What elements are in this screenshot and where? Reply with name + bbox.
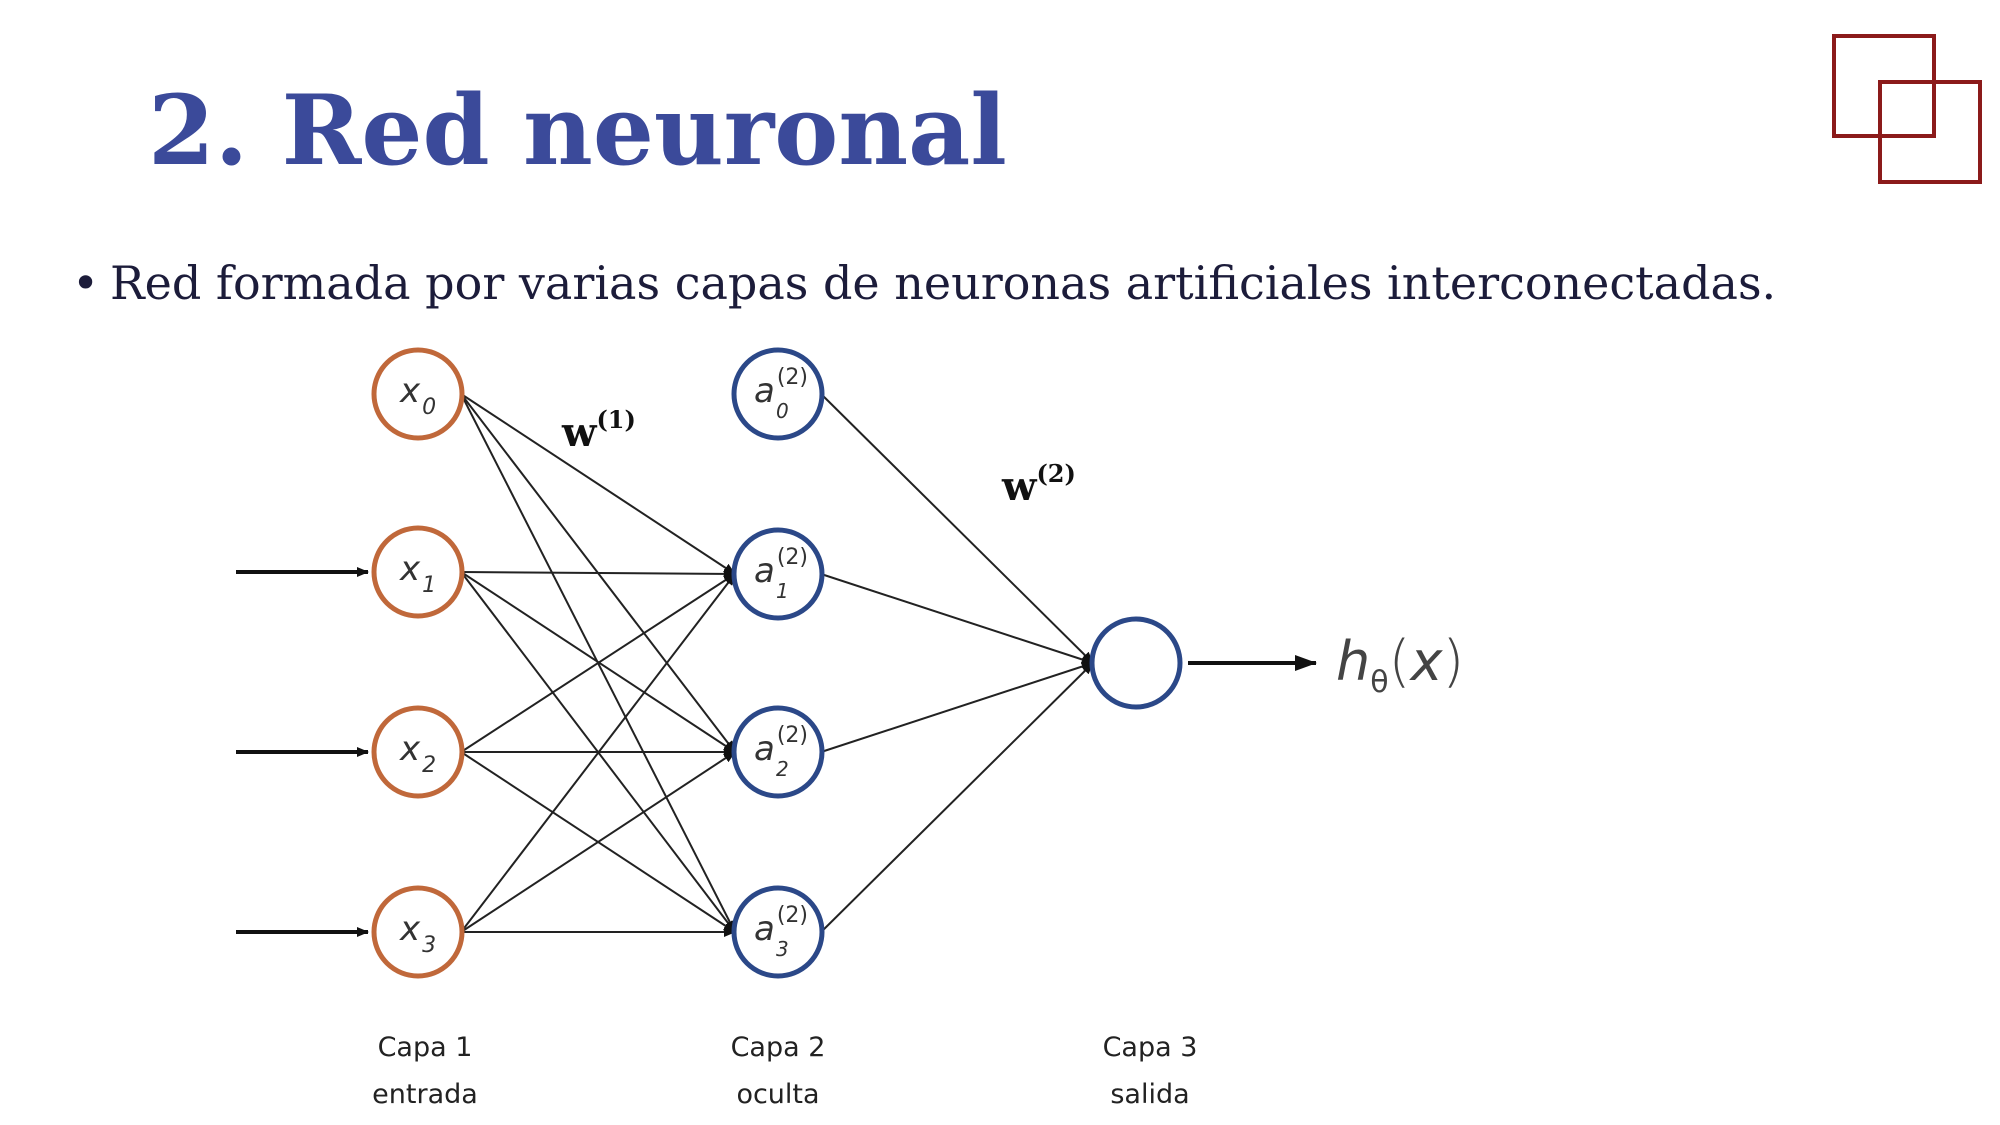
weight-label-2: w(2) [1001,459,1076,510]
node-circle [731,347,825,441]
node-layer3-0 [1089,616,1183,710]
node-layer1-2: x2 [371,705,465,799]
layer-label-2: Capa 2 oculta [658,1024,898,1119]
layer-name: Capa 2 [730,1032,826,1063]
node-layer2-0: a(2) 0 [731,347,825,441]
layer-role: oculta [736,1079,820,1111]
edge-l2-0-0 [820,393,1094,664]
node-circle [731,885,825,979]
node-layer1-3: x3 [371,885,465,979]
node-layer1-0: x0 [371,347,465,441]
layer-role: entrada [372,1079,478,1111]
node-circle [1089,616,1183,710]
layer-role: salida [1110,1079,1190,1111]
node-layer2-3: a(2) 3 [731,885,825,979]
layer-name: Capa 3 [1102,1032,1198,1063]
output-label: hθ(x) [1336,629,1464,700]
edge-l2-2-0 [820,661,1094,753]
nodes-group: x0 x1 x2 x3 a(2) 0 a(2) 1 a(2) 2 a(2) 3 [371,347,1183,979]
layer-label-3: Capa 3 salida [1030,1024,1270,1119]
layer-label-1: Capa 1 entrada [305,1024,545,1119]
input-arrows-group [236,567,369,937]
neural-network-diagram: x0 x1 x2 x3 a(2) 0 a(2) 1 a(2) 2 a(2) 3 w(1) w(2) h… [236,347,1464,979]
edge-l2-3-0 [820,662,1094,933]
node-layer2-1: a(2) 1 [731,527,825,621]
node-circle [731,527,825,621]
node-layer1-1: x1 [371,525,465,619]
node-circle [731,705,825,799]
edge-l1-1-1 [461,568,736,579]
weight-label-1: w(1) [561,405,636,456]
edge-l2-1-0 [820,573,1094,665]
layer-name: Capa 1 [377,1032,473,1063]
edges-group [460,393,1094,937]
node-layer2-2: a(2) 2 [731,705,825,799]
